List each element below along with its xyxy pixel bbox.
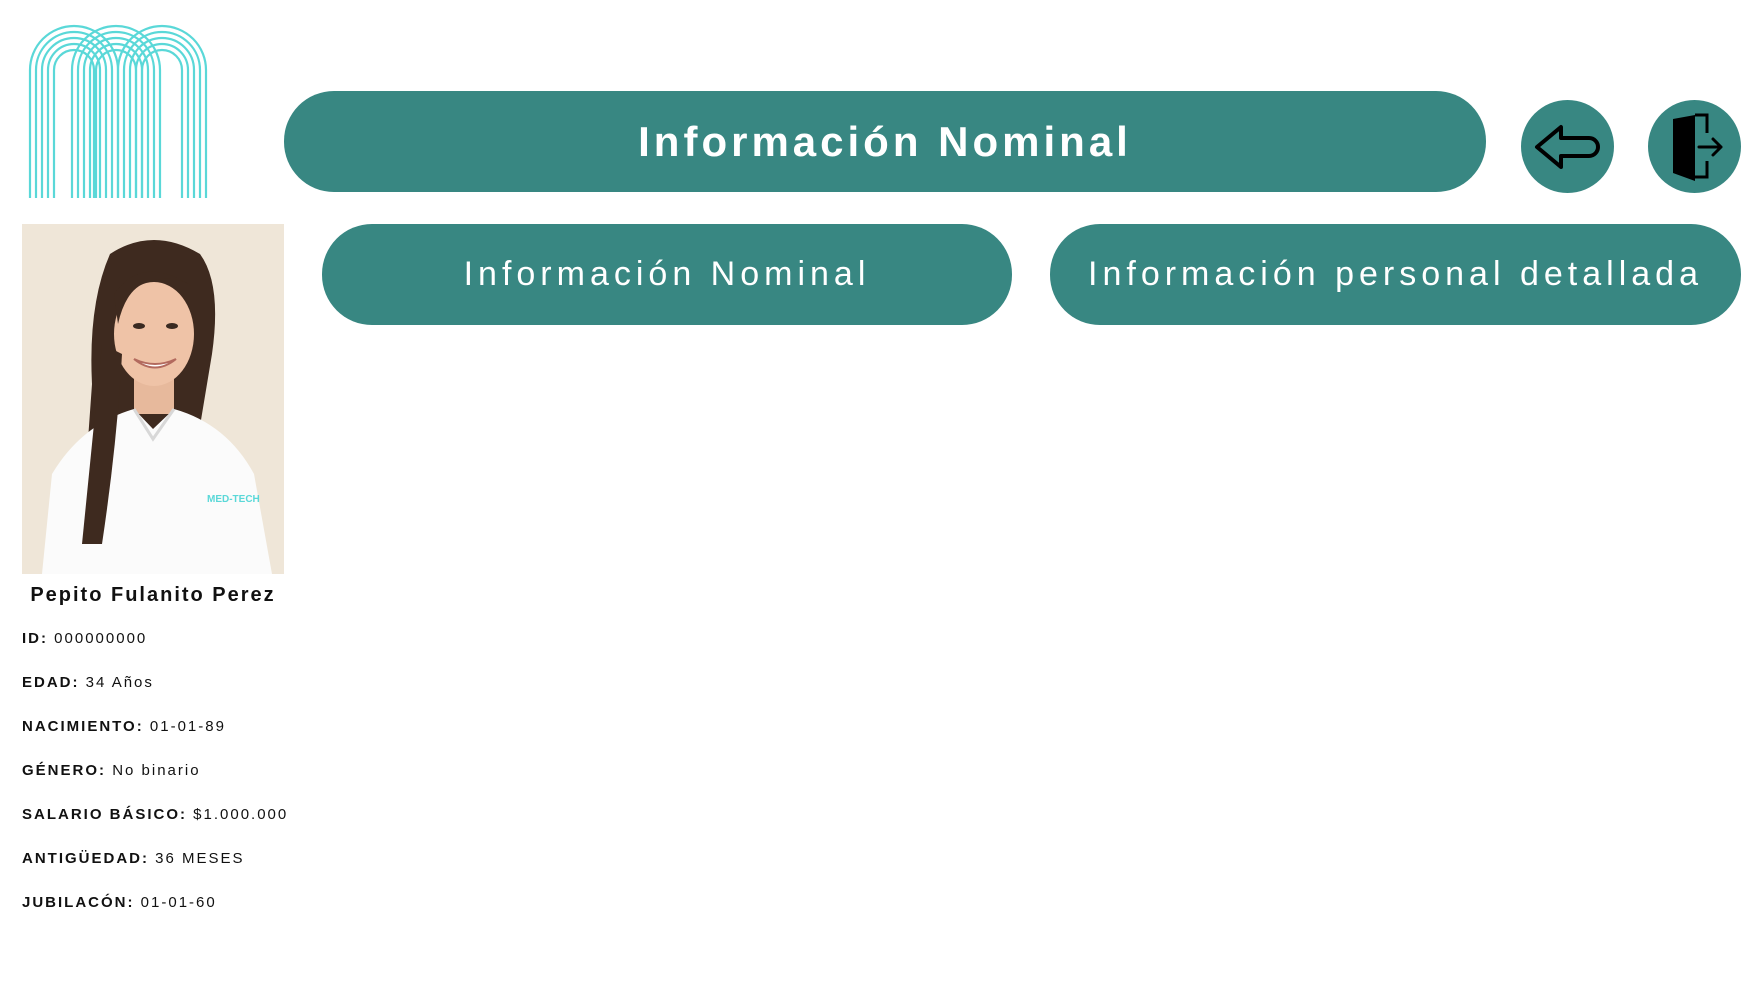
info-value: 000000000	[54, 630, 148, 647]
employee-photo: MED-TECH	[22, 224, 284, 574]
info-label: JUBILACÓN:	[22, 894, 135, 911]
info-id: ID: 000000000	[22, 630, 147, 647]
info-label: SALARIO BÁSICO:	[22, 806, 187, 823]
info-antiguedad: ANTIGÜEDAD: 36 MESES	[22, 850, 245, 867]
info-value: $1.000.000	[193, 806, 289, 823]
info-value: 01-01-60	[140, 894, 217, 911]
company-logo	[28, 24, 208, 198]
info-label: EDAD:	[22, 674, 80, 691]
tab-informacion-nominal[interactable]: Información Nominal	[322, 224, 1012, 325]
info-edad: EDAD: 34 Años	[22, 674, 154, 691]
info-value: 36 MESES	[155, 850, 245, 867]
info-genero: GÉNERO: No binario	[22, 762, 201, 779]
back-button[interactable]	[1521, 100, 1614, 193]
info-value: 01-01-89	[149, 718, 226, 735]
arrow-left-icon	[1534, 124, 1600, 169]
exit-button[interactable]	[1648, 100, 1741, 193]
info-salario: SALARIO BÁSICO: $1.000.000	[22, 806, 288, 823]
info-value: No binario	[112, 762, 201, 779]
info-label: GÉNERO:	[22, 762, 107, 779]
info-label: NACIMIENTO:	[22, 718, 144, 735]
info-value: 34 Años	[85, 674, 154, 691]
page-title: Información Nominal	[284, 91, 1486, 192]
shirt-logo-text: MED-TECH	[207, 494, 260, 505]
exit-door-icon	[1672, 113, 1722, 181]
info-jubilacion: JUBILACÓN: 01-01-60	[22, 894, 217, 911]
tab-informacion-personal[interactable]: Información personal detallada	[1050, 224, 1741, 325]
info-nacimiento: NACIMIENTO: 01-01-89	[22, 718, 226, 735]
info-label: ID:	[22, 630, 48, 647]
info-label: ANTIGÜEDAD:	[22, 850, 149, 867]
employee-name: Pepito Fulanito Perez	[30, 584, 276, 606]
